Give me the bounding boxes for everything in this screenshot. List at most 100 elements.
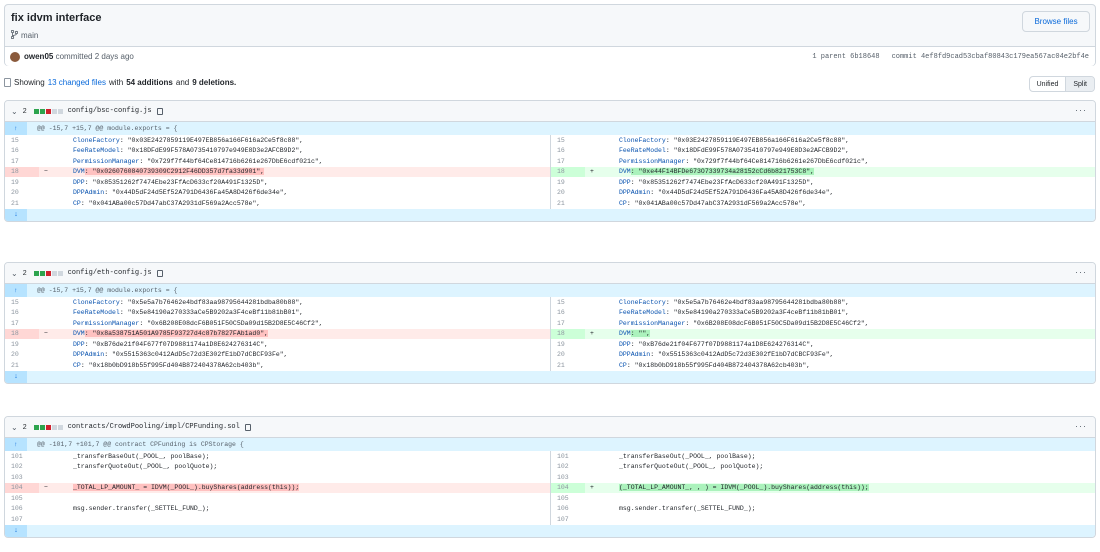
summary-prefix: Showing	[14, 78, 45, 87]
line-number[interactable]: 101	[551, 451, 585, 462]
line-number[interactable]: 102	[5, 462, 39, 473]
line-number[interactable]: 15	[551, 297, 585, 308]
line-number[interactable]: 105	[551, 493, 585, 504]
code-line: PermissionManager: "0x729f7f44bf64Ce8147…	[599, 156, 869, 167]
changed-files-link[interactable]: 13 changed files	[48, 78, 106, 87]
line-number[interactable]: 21	[5, 360, 39, 371]
line-number[interactable]: 17	[5, 156, 39, 167]
avatar[interactable]	[10, 52, 20, 62]
code-value: : "0x18b0bD918b55f995Fd404B872404378A62c…	[626, 361, 811, 369]
diff-marker	[585, 339, 599, 350]
line-number[interactable]: 15	[551, 135, 585, 146]
line-number[interactable]: 106	[551, 504, 585, 515]
parent-link[interactable]: 1 parent 6b18648	[812, 53, 879, 61]
line-number[interactable]: 20	[5, 350, 39, 361]
line-number[interactable]: 103	[551, 472, 585, 483]
line-number[interactable]: 19	[5, 177, 39, 188]
split-button[interactable]: Split	[1065, 77, 1094, 91]
file-path[interactable]: contracts/CrowdPooling/impl/CPFunding.so…	[68, 423, 240, 431]
chevron-down-icon[interactable]: ⌄	[11, 423, 18, 432]
expand-up-icon[interactable]: ↑	[5, 122, 27, 135]
line-number[interactable]: 18	[5, 166, 39, 177]
code-key: PermissionManager	[73, 319, 140, 327]
hunk-text: @@ -101,7 +101,7 @@ contract CPFunding i…	[37, 441, 244, 448]
line-number[interactable]: 18	[551, 328, 585, 339]
diffstat	[33, 424, 63, 430]
line-number[interactable]: 17	[551, 318, 585, 329]
line-number[interactable]: 17	[5, 318, 39, 329]
line-number[interactable]: 104	[551, 482, 585, 493]
copy-icon[interactable]	[156, 269, 163, 277]
line-number[interactable]: 104	[5, 482, 39, 493]
code-line: CP: "0x18b0bD918b55f995Fd404B872404378A6…	[599, 360, 810, 371]
unified-button[interactable]: Unified	[1030, 77, 1066, 91]
more-options-icon[interactable]: ···	[1075, 267, 1087, 277]
more-options-icon[interactable]: ···	[1075, 105, 1087, 115]
file-path[interactable]: config/bsc-config.js	[68, 107, 152, 115]
code-line: CP: "0x041ABa00c57Dd47abC37A2931dF569a2A…	[599, 198, 806, 209]
line-number[interactable]: 20	[551, 188, 585, 199]
line-number[interactable]: 21	[5, 198, 39, 209]
author-line: owen05 committed 2 days ago	[24, 52, 134, 61]
diff-marker	[585, 308, 599, 319]
copy-icon[interactable]	[244, 423, 251, 431]
author-name[interactable]: owen05	[24, 52, 53, 61]
file-path[interactable]: config/eth-config.js	[68, 269, 152, 277]
line-number[interactable]: 21	[551, 360, 585, 371]
line-number[interactable]: 15	[5, 135, 39, 146]
code-key: DVM	[619, 330, 631, 338]
code-key: PermissionManager	[619, 319, 686, 327]
line-number[interactable]: 16	[551, 308, 585, 319]
code-value: : "0x6B208E08dcF6B051F50C5Da09d15B2D8E5C…	[685, 319, 869, 327]
diff-marker	[585, 493, 599, 504]
line-number[interactable]: 15	[5, 297, 39, 308]
line-number[interactable]: 20	[551, 350, 585, 361]
left-side: 21 CP: "0x041ABa00c57Dd47abC37A2931dF569a…	[5, 198, 550, 209]
expand-down-icon[interactable]: ↓	[5, 370, 27, 383]
code-key: FeeRateModel	[619, 309, 666, 317]
more-options-icon[interactable]: ···	[1075, 421, 1087, 431]
line-number[interactable]: 107	[5, 514, 39, 525]
line-number[interactable]: 16	[5, 308, 39, 319]
diff-row: 107 107	[5, 514, 1095, 525]
diffstat-block	[51, 108, 57, 114]
line-number[interactable]: 107	[551, 514, 585, 525]
file-diff: ⌄ 2 contracts/CrowdPooling/impl/CPFunding.…	[4, 416, 1096, 538]
line-number[interactable]: 18	[551, 166, 585, 177]
code-line: CloneFactory: "0x5e5a7b76462e4bdf83aa987…	[53, 297, 303, 308]
line-number[interactable]: 106	[5, 504, 39, 515]
line-number[interactable]: 19	[5, 339, 39, 350]
line-number[interactable]: 102	[551, 462, 585, 473]
copy-icon[interactable]	[156, 107, 163, 115]
line-number[interactable]: 18	[5, 328, 39, 339]
diff-marker	[39, 146, 53, 157]
line-number[interactable]: 19	[551, 339, 585, 350]
line-number[interactable]: 105	[5, 493, 39, 504]
hunk-header: ↑ @@ -101,7 +101,7 @@ contract CPFunding …	[5, 438, 1095, 451]
diff-marker: −	[44, 330, 48, 338]
line-number[interactable]: 16	[551, 146, 585, 157]
chevron-down-icon[interactable]: ⌄	[11, 269, 18, 278]
expand-down-icon[interactable]: ↓	[5, 208, 27, 221]
expand-up-icon[interactable]: ↑	[5, 438, 27, 451]
chevron-down-icon[interactable]: ⌄	[11, 107, 18, 116]
diff-marker	[39, 188, 53, 199]
line-number[interactable]: 101	[5, 451, 39, 462]
line-number[interactable]: 19	[551, 177, 585, 188]
file-diff-icon	[4, 78, 11, 87]
line-number[interactable]: 16	[5, 146, 39, 157]
line-number[interactable]: 21	[551, 198, 585, 209]
line-number[interactable]: 17	[551, 156, 585, 167]
branch-label[interactable]: main	[10, 29, 38, 41]
expand-up-icon[interactable]: ↑	[5, 284, 27, 297]
expand-down-icon[interactable]: ↓	[5, 524, 27, 537]
code-value: : "0x5515363c0412AdD5c72d3E302fE1bD7dCBC…	[104, 351, 288, 359]
right-side: 15 CloneFactory: "0x5e5a7b76462e4bdf83aa9…	[550, 297, 1095, 308]
right-side: 103	[550, 472, 1095, 483]
line-number[interactable]: 20	[5, 188, 39, 199]
browse-files-button[interactable]: Browse files	[1022, 11, 1090, 32]
line-number[interactable]: 103	[5, 472, 39, 483]
